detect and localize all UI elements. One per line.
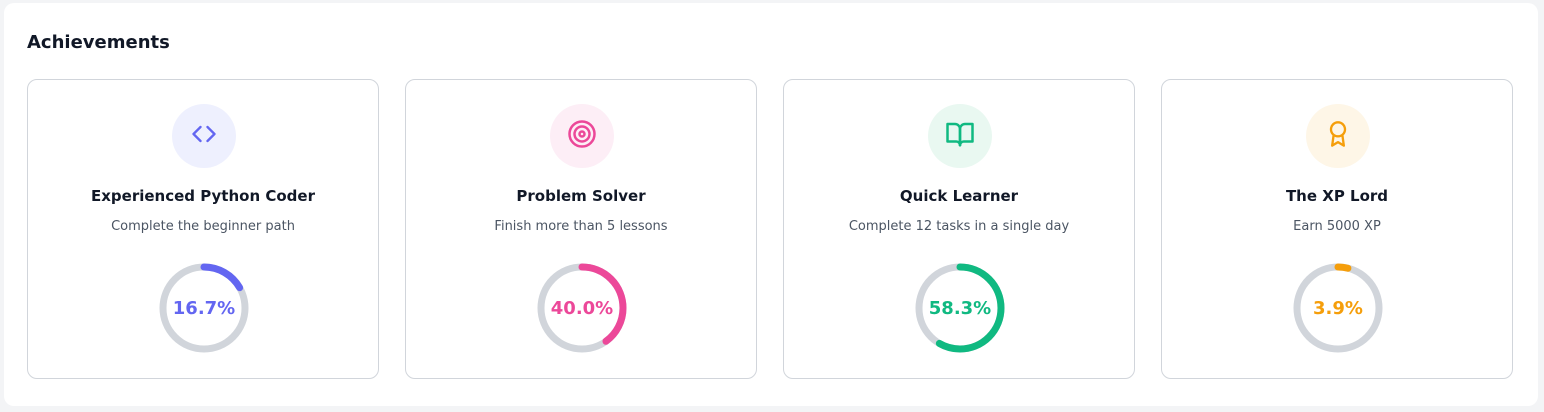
target-icon bbox=[567, 119, 597, 153]
book-open-icon bbox=[945, 119, 975, 153]
achievement-card: Problem Solver Finish more than 5 lesson… bbox=[405, 79, 757, 379]
achievement-icon-badge bbox=[1306, 104, 1370, 168]
achievement-title: Problem Solver bbox=[516, 187, 646, 205]
award-icon bbox=[1324, 120, 1352, 152]
section-title: Achievements bbox=[27, 32, 170, 53]
achievements-panel: Achievements Experienced Python Coder Co… bbox=[4, 3, 1538, 406]
progress-ring: 58.3% bbox=[915, 263, 1005, 353]
achievement-icon-badge bbox=[928, 104, 992, 168]
achievement-title: The XP Lord bbox=[1285, 187, 1389, 205]
progress-percent: 58.3% bbox=[929, 298, 991, 319]
progress-percent: 16.7% bbox=[173, 298, 235, 319]
achievement-card: Quick Learner Complete 12 tasks in a sin… bbox=[783, 79, 1135, 379]
progress-percent: 3.9% bbox=[1313, 298, 1363, 319]
progress-ring: 16.7% bbox=[159, 263, 249, 353]
achievement-description: Complete the beginner path bbox=[111, 219, 295, 234]
achievement-icon-badge bbox=[172, 104, 236, 168]
achievement-card: Experienced Python Coder Complete the be… bbox=[27, 79, 379, 379]
achievement-title: Quick Learner bbox=[899, 187, 1019, 205]
achievement-description: Earn 5000 XP bbox=[1293, 219, 1381, 234]
progress-ring: 3.9% bbox=[1293, 263, 1383, 353]
achievement-description: Finish more than 5 lessons bbox=[494, 219, 668, 234]
achievement-description: Complete 12 tasks in a single day bbox=[848, 219, 1070, 234]
achievement-card: The XP Lord Earn 5000 XP 3.9% bbox=[1161, 79, 1513, 379]
progress-percent: 40.0% bbox=[551, 298, 613, 319]
achievement-icon-badge bbox=[550, 104, 614, 168]
code-icon bbox=[190, 120, 218, 152]
achievement-title: Experienced Python Coder bbox=[91, 187, 315, 205]
progress-ring: 40.0% bbox=[537, 263, 627, 353]
